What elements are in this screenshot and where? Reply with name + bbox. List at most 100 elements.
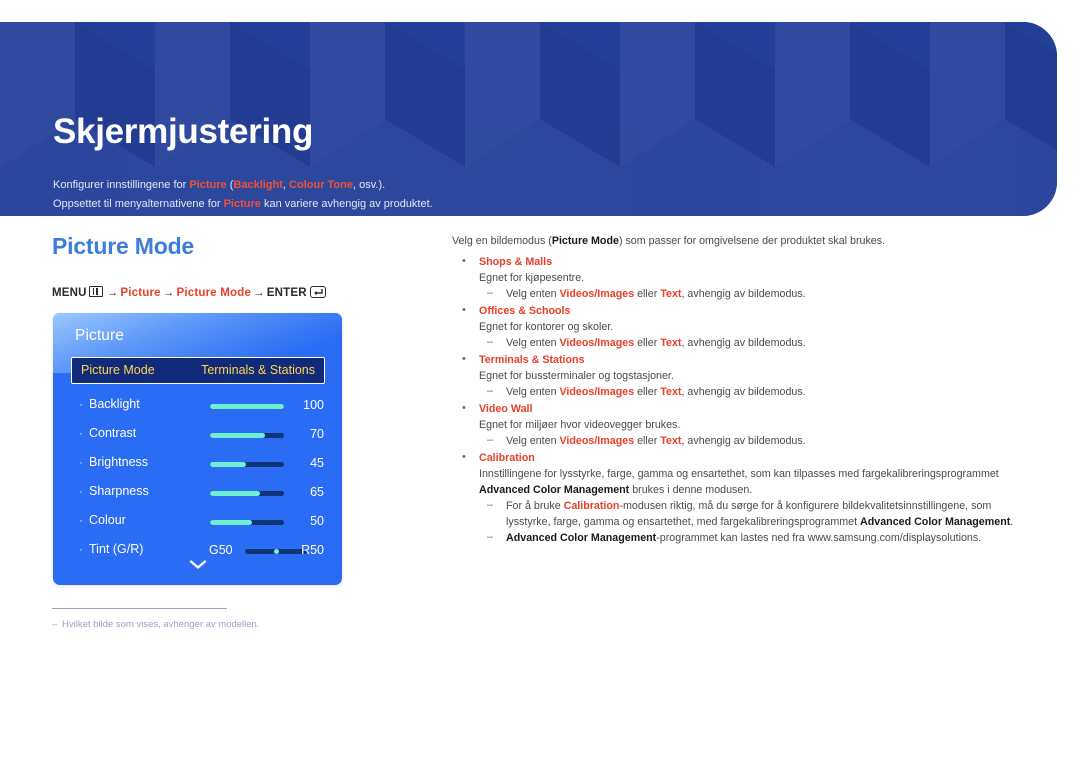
osd-slider-backlight[interactable] [210, 404, 284, 409]
sub-pre: Velg enten [506, 435, 560, 447]
list-item-shops-malls: Shops & Malls Egnet for kjøpesentre. Vel… [452, 253, 1032, 302]
osd-slider-tint[interactable] [245, 549, 307, 554]
sub-pre: Velg enten [506, 337, 560, 349]
osd-slider-sharpness[interactable] [210, 491, 284, 496]
osd-picture-menu[interactable]: Picture Picture Mode Terminals & Station… [53, 313, 342, 585]
osd-row-label: Brightness [89, 455, 149, 469]
subtitle-2-post: kan variere avhengig av produktet. [260, 198, 433, 210]
banner-subtitle-line-1: Konfigurer innstillingene for Picture (B… [53, 176, 433, 195]
menu-path-breadcrumb: MENU → Picture → Picture Mode → ENTER [52, 286, 326, 299]
osd-row-label: Sharpness [89, 484, 149, 498]
picture-mode-list: Shops & Malls Egnet for kjøpesentre. Vel… [452, 253, 1032, 546]
sub-pre: Velg enten [506, 386, 560, 398]
sub-list: Velg enten Videos/Images eller Text, avh… [479, 334, 1032, 351]
sub-term-text: Text [660, 288, 682, 300]
cal-b1-bold: Advanced Color Management [860, 516, 1011, 528]
subtitle-2-term-picture: Picture [223, 198, 261, 210]
osd-scroll-down[interactable] [53, 557, 342, 575]
sub-list-item: For å bruke Calibration-modusen riktig, … [479, 497, 1032, 530]
item-title: Calibration [479, 452, 535, 464]
menu-path-arrow-3: → [253, 287, 265, 299]
sub-list: For å bruke Calibration-modusen riktig, … [479, 497, 1032, 546]
bullet-dot-icon: · [79, 397, 83, 411]
osd-row-label: Tint (G/R) [89, 542, 144, 556]
item-title: Video Wall [479, 403, 533, 415]
osd-row-value: 45 [310, 456, 324, 470]
item-description: Egnet for kjøpesentre. [479, 272, 585, 284]
banner-title: Skjermjustering [53, 112, 314, 151]
sub-list-item: Velg enten Videos/Images eller Text, avh… [479, 383, 1032, 400]
sub-term-videos-images: Videos/Images [559, 288, 635, 300]
menu-bars-icon [88, 286, 103, 297]
osd-row-value: 70 [310, 427, 324, 441]
osd-slider-brightness[interactable] [210, 462, 284, 467]
sub-post: , avhengig av bildemodus. [681, 386, 806, 398]
osd-row-colour[interactable]: · Colour 50 [53, 509, 342, 538]
bullet-dot-icon: · [79, 426, 83, 440]
list-item-calibration: Calibration Innstillingene for lysstyrke… [452, 449, 1032, 546]
intro-post: ) som passer for omgivelsene der produkt… [618, 235, 886, 247]
footnote-text: Hvilket bilde som vises, avhenger av mod… [62, 619, 260, 630]
bullet-dot-icon: · [79, 513, 83, 527]
sub-pre: Velg enten [506, 288, 560, 300]
cal-b2-bold: Advanced Color Management [506, 532, 657, 544]
osd-slider-contrast[interactable] [210, 433, 284, 438]
item-description: Egnet for miljøer hvor videovegger bruke… [479, 419, 681, 431]
bullet-dot-icon: · [79, 455, 83, 469]
sub-term-text: Text [660, 386, 682, 398]
page-root: Skjermjustering Konfigurer innstillingen… [0, 0, 1080, 763]
menu-path-arrow-2: → [162, 287, 175, 299]
banner-subtitle: Konfigurer innstillingene for Picture (B… [53, 176, 433, 214]
left-column: Picture Mode MENU → Picture → Picture Mode → E… [0, 216, 440, 763]
bullet-dot-icon: · [79, 484, 83, 498]
list-item-terminals-stations: Terminals & Stations Egnet for busstermi… [452, 351, 1032, 400]
osd-row-value: 65 [310, 485, 324, 499]
calibration-desc-post: brukes i denne modusen. [629, 484, 753, 496]
sub-mid: eller [634, 288, 661, 300]
osd-row-sharpness[interactable]: · Sharpness 65 [53, 480, 342, 509]
osd-row-picture-mode-selected[interactable]: Picture Mode Terminals & Stations [71, 357, 325, 384]
banner-subtitle-line-2: Oppsettet til menyalternativene for Pict… [53, 195, 433, 214]
osd-row-contrast[interactable]: · Contrast 70 [53, 422, 342, 451]
osd-row-label: Colour [89, 513, 126, 527]
menu-path-step-picture-mode: Picture Mode [176, 287, 252, 299]
sub-list-item: Velg enten Videos/Images eller Text, avh… [479, 334, 1032, 351]
sub-list-item: Velg enten Videos/Images eller Text, avh… [479, 432, 1032, 449]
item-title: Terminals & Stations [479, 354, 585, 366]
osd-row-brightness[interactable]: · Brightness 45 [53, 451, 342, 480]
page-banner: Skjermjustering Konfigurer innstillingen… [0, 22, 1057, 216]
cal-b2-post: -programmet kan lastes ned fra www.samsu… [656, 532, 982, 544]
cal-b1-term-calibration: Calibration [563, 500, 620, 512]
list-item-offices-schools: Offices & Schools Egnet for kontorer og … [452, 302, 1032, 351]
chevron-down-icon [189, 560, 206, 569]
osd-row-backlight[interactable]: · Backlight 100 [53, 393, 342, 422]
intro-paragraph: Velg en bildemodus (Picture Mode) som pa… [452, 233, 1032, 249]
osd-tint-left-label: G50 [209, 543, 233, 557]
osd-slider-colour[interactable] [210, 520, 284, 525]
subtitle-1-post: , osv.). [353, 179, 386, 191]
right-content-column: Velg en bildemodus (Picture Mode) som pa… [452, 233, 1032, 547]
calibration-desc-bold: Advanced Color Management [479, 484, 630, 496]
page-title: Picture Mode [52, 233, 195, 259]
cal-b1-post: . [1010, 516, 1014, 528]
osd-row-label: Backlight [89, 397, 140, 411]
sub-list: Velg enten Videos/Images eller Text, avh… [479, 383, 1032, 400]
osd-menu-title: Picture [75, 327, 124, 344]
sub-post: , avhengig av bildemodus. [681, 337, 806, 349]
osd-tint-right-label: R50 [301, 543, 324, 557]
subtitle-2-pre: Oppsettet til menyalternativene for [53, 198, 224, 210]
menu-path-step-picture: Picture [120, 287, 161, 299]
osd-tint-knob[interactable] [273, 549, 279, 554]
sub-term-text: Text [660, 337, 682, 349]
enter-key-icon [309, 286, 326, 298]
osd-row-label: Contrast [89, 426, 137, 440]
item-title: Offices & Schools [479, 305, 571, 317]
item-description: Egnet for kontorer og skoler. [479, 321, 614, 333]
osd-row-value: 100 [303, 398, 324, 412]
sub-list: Velg enten Videos/Images eller Text, avh… [479, 432, 1032, 449]
sub-post: , avhengig av bildemodus. [681, 288, 806, 300]
sub-mid: eller [634, 386, 661, 398]
osd-row-value: 50 [310, 514, 324, 528]
item-description: Innstillingene for lysstyrke, farge, gam… [479, 466, 1032, 498]
subtitle-1-term-picture: Picture [189, 179, 227, 191]
